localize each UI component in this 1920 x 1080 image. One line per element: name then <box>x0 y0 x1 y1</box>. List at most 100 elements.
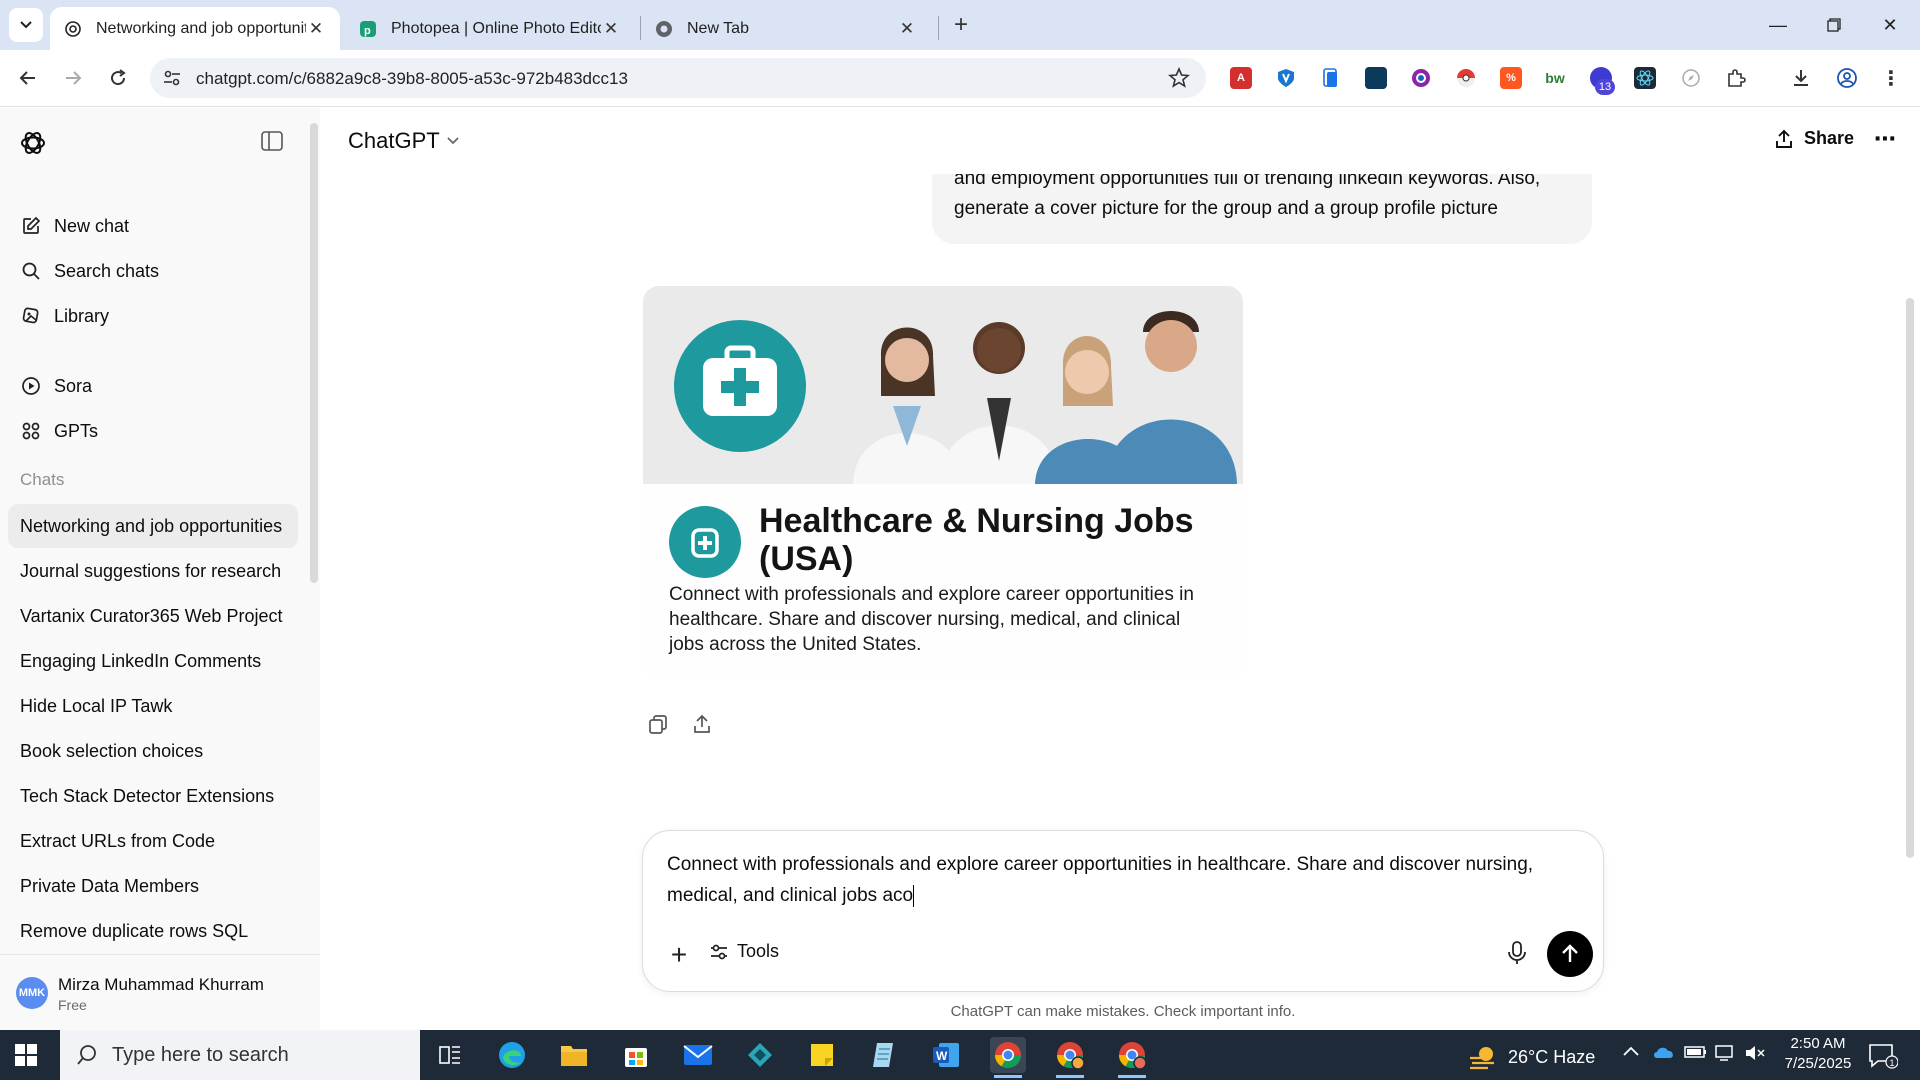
bw-extension-icon[interactable]: bw <box>1544 67 1566 89</box>
weather-widget[interactable]: 26°C Haze <box>1468 1044 1595 1070</box>
sidebar-scrollbar[interactable] <box>310 123 318 583</box>
sidebar-item-library[interactable]: Library <box>8 296 298 336</box>
chat-list-item[interactable]: Private Data Members <box>8 864 298 908</box>
chat-list-item[interactable]: Networking and job opportunities <box>8 504 298 548</box>
task-view-icon[interactable] <box>432 1037 468 1073</box>
more-options-icon[interactable]: ⋯ <box>1874 126 1897 152</box>
microsoft-store-icon[interactable] <box>618 1037 654 1073</box>
chat-list-item[interactable]: Vartanix Curator365 Web Project <box>8 594 298 638</box>
battery-icon[interactable] <box>1684 1044 1708 1065</box>
chat-scrollbar[interactable] <box>1906 298 1914 858</box>
color-ring-extension-icon[interactable] <box>1410 67 1432 89</box>
chat-list-item[interactable]: Hide Local IP Tawk <box>8 684 298 728</box>
windows-start-icon[interactable] <box>14 1043 38 1072</box>
avatar: MMK <box>16 977 48 1009</box>
share-button[interactable]: Share <box>1774 128 1854 149</box>
send-button[interactable] <box>1547 931 1593 977</box>
prompt-textarea[interactable]: Connect with professionals and explore c… <box>667 849 1587 911</box>
close-tab-icon[interactable]: ✕ <box>897 19 917 39</box>
browser-menu-icon[interactable]: ⋮ <box>1880 67 1902 90</box>
chat-list-item[interactable]: Book selection choices <box>8 729 298 773</box>
sidebar-item-search-chats[interactable]: Search chats <box>8 251 298 291</box>
openai-logo-icon[interactable] <box>18 128 48 163</box>
document-extension-icon[interactable] <box>1320 67 1342 89</box>
reload-icon[interactable] <box>102 62 134 94</box>
notepad-icon[interactable] <box>866 1037 902 1073</box>
mail-icon[interactable] <box>680 1037 716 1073</box>
sidebar-item-gpts[interactable]: GPTs <box>8 411 298 451</box>
generated-image-card[interactable]: Healthcare & Nursing Jobs (USA) Connect … <box>643 286 1243 680</box>
site-info-icon[interactable] <box>162 68 182 93</box>
shield-extension-icon[interactable] <box>1275 67 1297 89</box>
chat-list-item[interactable]: Tech Stack Detector Extensions <box>8 774 298 818</box>
extension-badge: 13 <box>1595 79 1615 95</box>
chrome-profile2-app-icon[interactable] <box>1114 1037 1150 1078</box>
compass-extension-icon[interactable] <box>1680 67 1702 89</box>
system-clock[interactable]: 2:50 AM 7/25/2025 <box>1768 1034 1868 1074</box>
onedrive-icon[interactable] <box>1652 1044 1676 1065</box>
microphone-icon[interactable] <box>1505 939 1529 972</box>
notification-center-icon[interactable]: 1 <box>1868 1043 1899 1074</box>
chat-list-item[interactable]: Engaging LinkedIn Comments <box>8 639 298 683</box>
tools-button[interactable]: Tools <box>709 941 779 962</box>
close-tab-icon[interactable]: ✕ <box>601 19 621 39</box>
tab-search-button[interactable] <box>9 8 43 42</box>
user-plan: Free <box>58 997 87 1013</box>
address-bar[interactable]: chatgpt.com/c/6882a9c8-39b8-8005-a53c-97… <box>150 58 1206 98</box>
svg-text:W: W <box>936 1049 948 1063</box>
clock-date: 7/25/2025 <box>1784 1055 1852 1072</box>
url-text: chatgpt.com/c/6882a9c8-39b8-8005-a53c-97… <box>196 69 628 88</box>
chat-list-item[interactable]: Journal suggestions for research <box>8 549 298 593</box>
user-account-button[interactable]: MMK Mirza Muhammad Khurram Free <box>0 954 320 1030</box>
bookmark-star-icon[interactable] <box>1168 66 1190 94</box>
minimize-icon[interactable]: — <box>1758 8 1798 42</box>
teal-app-icon[interactable] <box>742 1037 778 1073</box>
sidebar-item-label: Search chats <box>54 260 160 281</box>
forward-icon[interactable] <box>57 62 89 94</box>
attach-plus-icon[interactable]: + <box>663 939 695 971</box>
tab-title: Networking and job opportunit <box>96 19 306 37</box>
arrow-up-icon <box>1562 944 1578 962</box>
react-extension-icon[interactable] <box>1634 67 1656 89</box>
pokeball-extension-icon[interactable] <box>1455 67 1477 89</box>
text-caret <box>913 884 915 907</box>
volume-muted-icon[interactable] <box>1744 1044 1766 1067</box>
chrome-app-icon[interactable] <box>990 1037 1026 1078</box>
close-window-icon[interactable]: ✕ <box>1870 8 1910 42</box>
close-tab-icon[interactable]: ✕ <box>306 19 326 39</box>
profile-icon[interactable] <box>1836 67 1858 89</box>
new-tab-plus-icon[interactable]: + <box>948 11 974 38</box>
edge-app-icon[interactable] <box>494 1037 530 1073</box>
healthcare-cover-image <box>643 286 1243 484</box>
sticky-notes-icon[interactable] <box>804 1037 840 1073</box>
percent-extension-icon[interactable]: % <box>1500 67 1522 89</box>
sidebar-item-label: Library <box>54 305 110 326</box>
sidebar-item-new-chat[interactable]: New chat <box>8 206 298 246</box>
chat-list-item[interactable]: Extract URLs from Code <box>8 819 298 863</box>
chat-list-item[interactable]: Remove duplicate rows SQL <box>8 909 298 953</box>
sidebar-item-sora[interactable]: Sora <box>8 366 298 406</box>
word-icon[interactable]: W <box>928 1037 964 1073</box>
chat-header: ChatGPT Share ⋯ <box>324 108 1920 174</box>
chevron-up-icon[interactable] <box>1622 1044 1640 1062</box>
tab-new-tab[interactable]: New Tab ✕ <box>641 7 931 50</box>
restore-icon[interactable] <box>1814 8 1854 42</box>
share-message-icon[interactable] <box>688 710 716 738</box>
extensions-puzzle-icon[interactable] <box>1725 67 1747 89</box>
sidebar-toggle-icon[interactable] <box>260 130 284 157</box>
tab-chatgpt[interactable]: Networking and job opportunit ✕ <box>50 7 340 50</box>
taskbar-search-box[interactable]: Type here to search <box>60 1030 420 1080</box>
message-composer[interactable]: Connect with professionals and explore c… <box>642 830 1604 992</box>
weather-text: 26°C Haze <box>1508 1046 1596 1067</box>
model-selector[interactable]: ChatGPT <box>348 128 460 154</box>
clapper-extension-icon[interactable] <box>1365 67 1387 89</box>
file-explorer-icon[interactable] <box>556 1037 592 1073</box>
copy-icon[interactable] <box>644 710 672 738</box>
download-icon[interactable] <box>1790 67 1812 89</box>
network-icon[interactable] <box>1714 1044 1736 1067</box>
back-icon[interactable] <box>12 62 44 94</box>
tab-photopea[interactable]: p Photopea | Online Photo Editor ✕ <box>345 7 635 50</box>
chrome-profile-app-icon[interactable] <box>1052 1037 1088 1078</box>
message-actions <box>644 710 716 738</box>
pdf-extension-icon[interactable]: A <box>1230 67 1252 89</box>
